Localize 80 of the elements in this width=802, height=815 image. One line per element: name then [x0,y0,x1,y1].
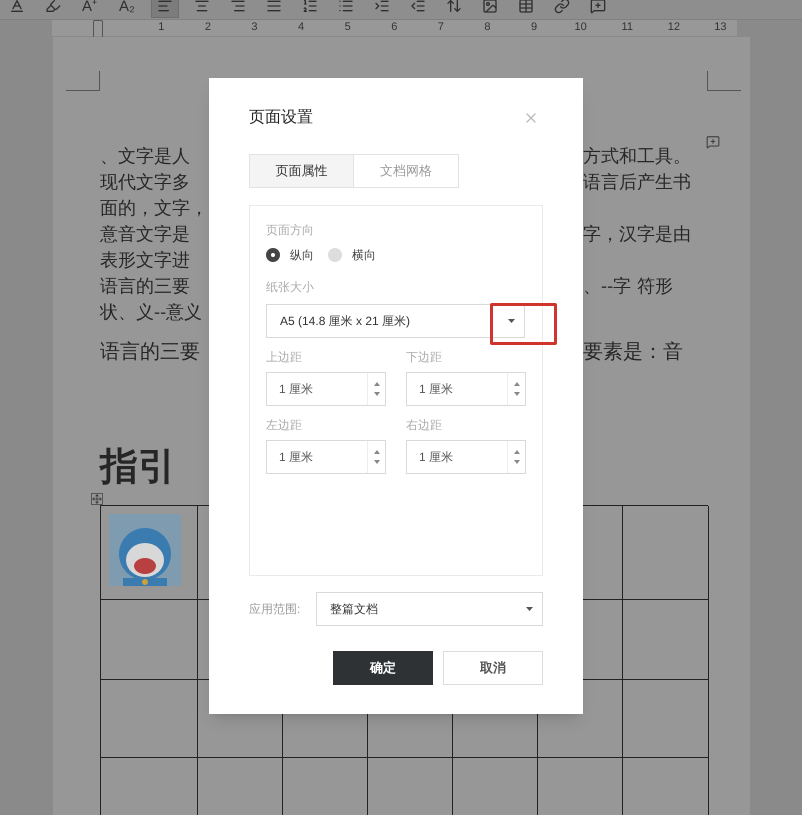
highlighter-icon [45,0,61,14]
comment-icon[interactable] [706,134,720,148]
document-text: 语言的三要 [100,274,191,298]
down-arrow-icon[interactable] [374,460,380,464]
ruler-number: 2 [204,20,212,36]
table-icon [518,0,534,14]
down-arrow-icon[interactable] [514,392,520,396]
document-text: 要素是：音 [583,338,683,364]
field-label: 右边距 [406,417,443,434]
ruler-number: 11 [620,20,634,36]
document-text: 表形文字进 [100,248,191,272]
image-icon [482,0,498,14]
align-center-icon [194,0,210,14]
tab[interactable]: 页面属性 [249,154,354,188]
field-label: 上边距 [266,349,303,366]
field-label: 下边距 [406,349,443,366]
crop-mark [707,70,741,90]
margin-field[interactable]: 1 厘米 [406,440,526,474]
indent-icon [374,0,390,14]
bullet-list-icon [338,0,354,14]
ruler-number: 12 [666,20,681,36]
up-arrow-icon[interactable] [514,382,520,386]
document-text: 面的，文字， [100,196,209,220]
caret-icon [508,319,515,323]
confirm-button[interactable]: 确定 [333,651,433,685]
ruler-number: 3 [250,20,259,36]
document-text: 语言的三要 [100,338,201,364]
document-text: 方式和工具。 [583,144,691,168]
document-text: 状、义--意义 [100,300,204,324]
format-button[interactable]: A₂ [113,0,141,18]
ruler-number: 10 [574,20,588,36]
outdent-icon [410,0,426,14]
margin-field[interactable]: 1 厘米 [406,372,526,406]
line-spacing-icon [446,0,462,14]
toolbar-button[interactable] [150,0,179,18]
ruler-number: 13 [713,20,728,36]
ruler-number: 8 [483,20,492,36]
document-text: 意音文字是 [100,222,191,246]
up-arrow-icon[interactable] [514,450,520,454]
caret-icon [526,607,533,611]
ruler-number: 5 [344,20,352,36]
font-color-icon [9,0,25,14]
ruler-number: 9 [530,20,538,36]
table-move-icon[interactable] [91,492,103,504]
document-heading: 指引 [100,442,176,490]
ruler-number: 1 [157,20,166,36]
document-text: 、文字是人 [100,144,191,168]
crop-mark [66,70,100,90]
format-button[interactable]: A⁺ [76,0,104,18]
field-label: 页面方向 [266,222,315,239]
numbered-list-icon [302,0,318,14]
ruler-number: 7 [436,20,445,36]
document-text: 、--字 符形 [583,274,673,298]
justify-icon [266,0,282,14]
document-text: 字，汉字是由 [583,222,691,246]
dialog-title: 页面设置 [249,108,313,128]
margin-field[interactable]: 1 厘米 [266,440,386,474]
comment-icon [590,0,606,14]
field-label: 纸张大小 [266,279,315,296]
document-text: 现代文字多 [100,170,191,194]
radio-option[interactable]: 横向 [328,246,376,264]
radio-option[interactable]: 纵向 [266,246,314,264]
align-left-icon [156,0,173,14]
down-arrow-icon[interactable] [514,460,520,464]
radio-button[interactable] [328,248,342,262]
down-arrow-icon[interactable] [374,392,380,396]
ruler-number: 6 [390,20,398,36]
ruler-number: 4 [297,20,306,36]
document-text: 语言后产生书 [583,170,691,194]
up-arrow-icon[interactable] [374,450,380,454]
cancel-button[interactable]: 取消 [443,651,543,685]
link-icon [554,0,570,14]
radio-button[interactable] [266,248,280,262]
align-right-icon [230,0,246,14]
margin-field[interactable]: 1 厘米 [266,372,386,406]
field-label: 左边距 [266,417,303,434]
field-label: 应用范围: [249,601,300,618]
paper-size-select[interactable]: A5 (14.8 厘米 x 21 厘米) [266,304,525,338]
apply-scope-select[interactable]: 整篇文档 [316,592,543,626]
up-arrow-icon[interactable] [374,382,380,386]
